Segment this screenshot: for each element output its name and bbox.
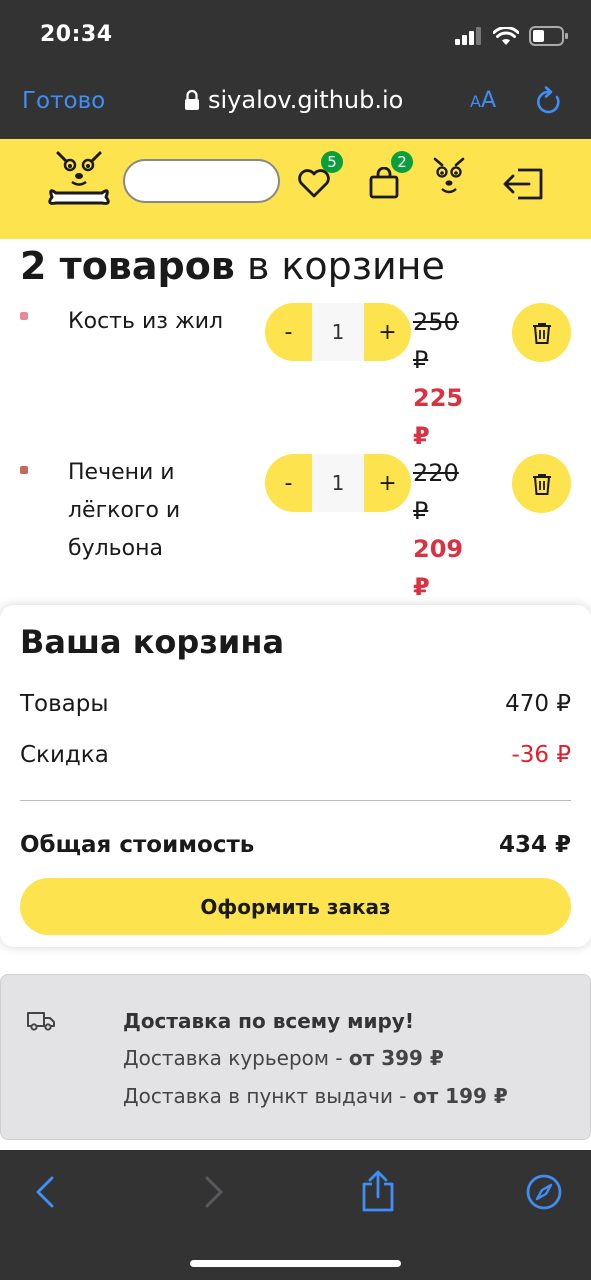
text-size-button[interactable]: AA (470, 88, 496, 113)
search-input[interactable] (123, 159, 280, 203)
favorites-heart-icon[interactable] (297, 169, 331, 199)
dog-profile-icon[interactable] (431, 155, 467, 201)
logout-icon[interactable] (502, 168, 544, 200)
delete-item-button[interactable] (512, 454, 571, 513)
discount-label: Скидка (20, 742, 109, 768)
trash-icon (532, 473, 551, 495)
site-header: 5 2 (0, 139, 591, 239)
url-text: siyalov.github.io (208, 86, 404, 114)
status-bar: 20:34 (0, 0, 591, 70)
summary-title: Ваша корзина (20, 623, 285, 661)
battery-icon (529, 26, 568, 46)
total-row: Общая стоимость 434 ₽ (20, 832, 571, 858)
browser-bar: Готово siyalov.github.io AA (0, 70, 591, 139)
browser-toolbar (0, 1150, 591, 1280)
cart-count-badge: 2 (391, 151, 413, 173)
quantity-stepper: - 1 + (265, 303, 411, 361)
done-button[interactable]: Готово (22, 88, 105, 114)
goods-label: Товары (20, 691, 109, 717)
total-value: 434 ₽ (498, 832, 571, 858)
signal-icon (455, 27, 481, 45)
address-bar[interactable]: siyalov.github.io (184, 86, 403, 114)
quantity-value: 1 (312, 303, 364, 361)
goods-row: Товары 470 ₽ (20, 691, 571, 717)
cart-bag-icon[interactable] (369, 167, 399, 199)
checkout-button[interactable]: Оформить заказ (20, 878, 571, 935)
summary-divider (20, 800, 571, 801)
trash-icon (532, 322, 551, 344)
status-icons (455, 26, 569, 46)
discounted-price: 209 ₽ (413, 535, 464, 601)
decrease-quantity-button[interactable]: - (265, 303, 312, 361)
product-name[interactable]: Печени и лёгкого и бульона (68, 454, 248, 568)
pickup-delivery: Доставка в пункт выдачи - от 199 ₽ (123, 1084, 508, 1108)
status-time: 20:34 (40, 22, 113, 47)
compass-icon[interactable] (526, 1174, 562, 1210)
delivery-title: Доставка по всему миру! (123, 1009, 414, 1033)
reload-icon[interactable] (535, 86, 563, 118)
product-thumbnail[interactable] (20, 312, 28, 320)
goods-value: 470 ₽ (505, 691, 571, 717)
increase-quantity-button[interactable]: + (364, 454, 411, 512)
delivery-info: Доставка по всему миру! Доставка курьеро… (0, 974, 591, 1140)
increase-quantity-button[interactable]: + (364, 303, 411, 361)
quantity-value: 1 (312, 454, 364, 512)
back-icon[interactable] (34, 1176, 56, 1208)
favorites-count-badge: 5 (321, 151, 343, 173)
product-name[interactable]: Кость из жил (68, 303, 248, 341)
forward-icon[interactable] (203, 1176, 225, 1208)
discounted-price: 225 ₽ (413, 384, 464, 450)
old-price: 220 ₽ (413, 459, 459, 525)
delete-item-button[interactable] (512, 303, 571, 362)
discount-value: -36 ₽ (511, 742, 571, 768)
courier-delivery: Доставка курьером - от 399 ₽ (123, 1046, 444, 1070)
share-icon[interactable] (360, 1170, 396, 1212)
dog-bone-logo-icon[interactable] (44, 149, 114, 213)
truck-icon (27, 1012, 55, 1031)
old-price: 250 ₽ (413, 308, 459, 374)
quantity-stepper: - 1 + (265, 454, 411, 512)
lock-icon (185, 89, 199, 110)
discount-row: Скидка -36 ₽ (20, 742, 571, 768)
wifi-icon (493, 26, 519, 45)
cart-title: 2 товаров в корзине (20, 244, 445, 288)
total-label: Общая стоимость (20, 832, 255, 858)
home-indicator (190, 1260, 401, 1267)
product-thumbnail[interactable] (20, 466, 28, 474)
cart-summary: Ваша корзина Товары 470 ₽ Скидка -36 ₽ О… (0, 605, 591, 947)
decrease-quantity-button[interactable]: - (265, 454, 312, 512)
